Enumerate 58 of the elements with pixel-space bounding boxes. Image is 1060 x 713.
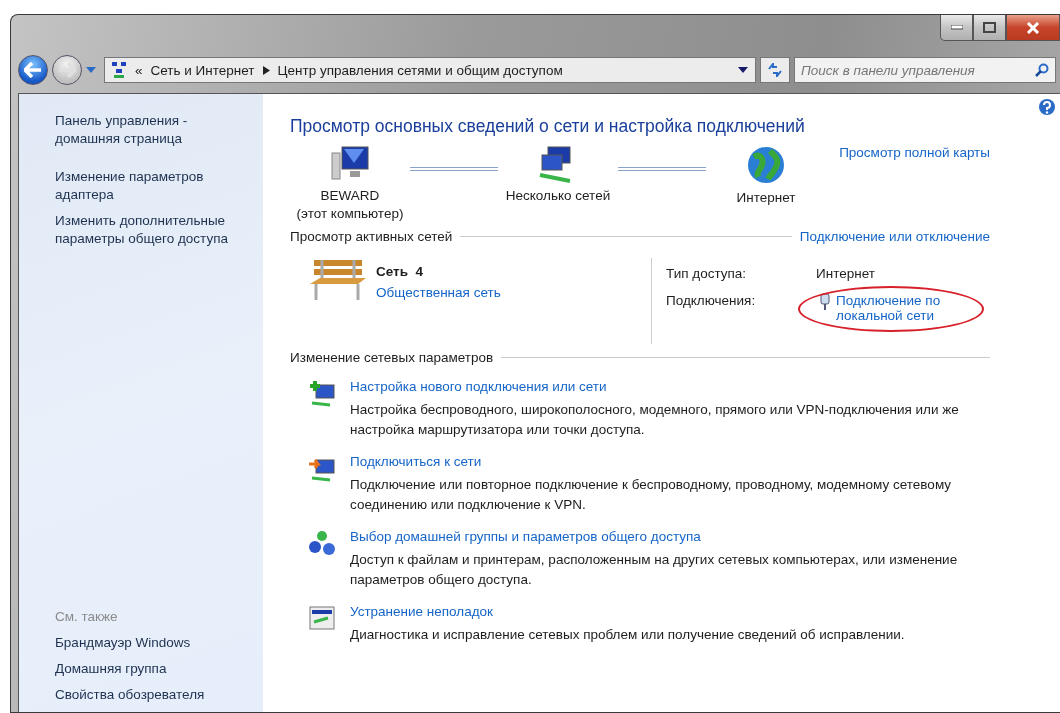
breadcrumb-separator-icon	[262, 65, 270, 75]
connections-label: Подключения:	[666, 293, 757, 310]
task-link[interactable]: Устранение неполадок	[350, 604, 970, 619]
access-type-value: Интернет	[816, 266, 876, 281]
caret-icon	[738, 67, 748, 73]
minimize-icon	[950, 25, 963, 30]
new-connection-icon	[308, 379, 336, 407]
network-type-link[interactable]: Общественная сеть	[376, 285, 501, 300]
see-also-link[interactable]: Брандмауэр Windows	[55, 634, 253, 652]
access-type-label: Тип доступа:	[666, 266, 748, 281]
sidebar-link[interactable]: Изменение параметров адаптера	[55, 168, 255, 204]
close-icon	[1026, 21, 1040, 34]
minimize-button[interactable]	[940, 15, 973, 41]
dropdown-icon	[86, 67, 96, 73]
task-description: Доступ к файлам и принтерам, расположенным на других сетевых компьютерах, или изменение параметров общего доступа.	[350, 551, 959, 589]
sidebar-link[interactable]: Изменить дополнительные параметры общего доступа	[55, 212, 255, 248]
close-button[interactable]	[1006, 15, 1060, 41]
homegroup-icon	[308, 529, 336, 557]
help-icon[interactable]	[1038, 98, 1056, 116]
network-name: Сеть 4	[376, 264, 424, 279]
section-heading: Просмотр активных сетей	[290, 229, 453, 244]
map-node-label: BEWARD (этот компьютер)	[296, 187, 404, 223]
search-icon	[1035, 63, 1049, 77]
map-node-label: Интернет	[736, 189, 796, 207]
task-description: Настройка беспроводного, широкополосного, модемного, прямого или VPN-подключения или же настройка маршрутизатора или точки доступа.	[350, 401, 960, 439]
refresh-button[interactable]	[760, 57, 790, 83]
maximize-icon	[983, 22, 996, 33]
network-icon	[111, 61, 127, 79]
see-also-link[interactable]: Свойства обозревателя	[55, 686, 253, 704]
troubleshoot-icon	[308, 604, 336, 632]
breadcrumb-overflow[interactable]: «	[135, 62, 143, 78]
task-description: Подключение или повторное подключение к беспроводному, проводному, модемному сетевому соединению или подключение к VPN.	[350, 476, 953, 514]
arrow-right-icon	[58, 62, 76, 78]
task-link[interactable]: Подключиться к сети	[350, 454, 970, 469]
connection-link[interactable]: Подключение по локальной сети	[836, 293, 966, 323]
task-link[interactable]: Настройка нового подключения или сети	[350, 379, 970, 394]
ethernet-plug-icon	[820, 293, 830, 311]
back-button[interactable]	[18, 55, 48, 85]
see-also-link[interactable]: Домашняя группа	[55, 660, 253, 678]
search-field[interactable]: Поиск в панели управления	[794, 57, 1056, 83]
forward-button[interactable]	[52, 55, 82, 85]
sidebar-link[interactable]: Панель управления - домашняя страница	[55, 112, 205, 148]
breadcrumb-item[interactable]: Сеть и Интернет	[150, 62, 255, 78]
section-heading: Изменение сетевых параметров	[290, 350, 494, 365]
page-title: Просмотр основных сведений о сети и настройка подключений	[290, 116, 806, 137]
arrow-left-icon	[24, 62, 42, 78]
globe-icon	[746, 145, 786, 185]
task-description: Диагностика и исправление сетевых проблем или получение сведений об исправлении.	[350, 626, 906, 644]
maximize-button[interactable]	[973, 15, 1006, 41]
address-bar[interactable]: « Сеть и Интернет Центр управления сетями и общим доступом	[104, 57, 756, 83]
full-map-link[interactable]: Просмотр полной карты	[839, 145, 990, 160]
see-also-heading: См. также	[55, 609, 119, 624]
computer-icon	[330, 145, 370, 183]
task-link[interactable]: Выбор домашней группы и параметров общего доступа	[350, 529, 970, 544]
map-node-label: Несколько сетей	[505, 187, 611, 205]
connect-disconnect-link[interactable]: Подключение или отключение	[799, 229, 990, 244]
refresh-icon	[767, 63, 783, 77]
breadcrumb-item[interactable]: Центр управления сетями и общим доступом	[277, 62, 563, 78]
